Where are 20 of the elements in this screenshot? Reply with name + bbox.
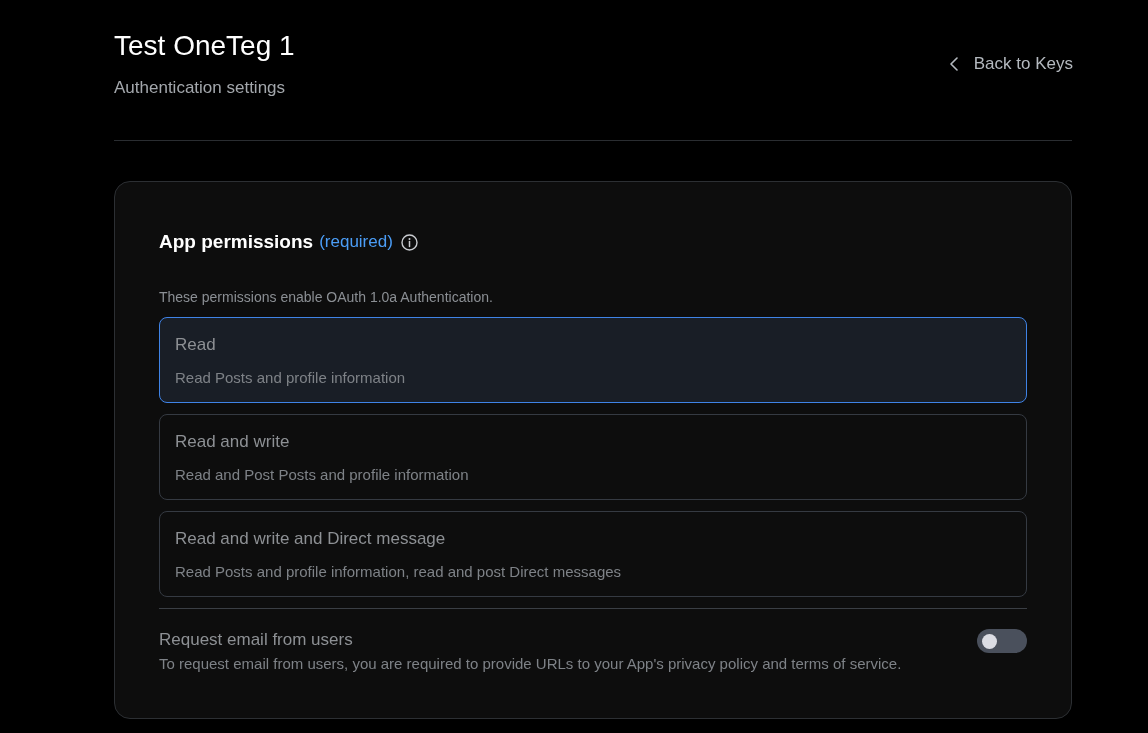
email-toggle[interactable] bbox=[977, 629, 1027, 653]
page-title: Test OneTeg 1 bbox=[114, 29, 295, 63]
option-title: Read bbox=[175, 334, 217, 356]
back-link[interactable]: Back to Keys bbox=[949, 52, 1073, 76]
page-subtitle: Authentication settings bbox=[114, 77, 287, 99]
option-description: Read Posts and profile information bbox=[175, 368, 407, 388]
section-heading: App permissions bbox=[159, 230, 314, 254]
section-description: These permissions enable OAuth 1.0a Authentication. bbox=[159, 288, 494, 307]
chevron-left-icon bbox=[949, 57, 958, 71]
info-icon[interactable] bbox=[400, 233, 418, 251]
option-description: Read Posts and profile information, read and post Direct messages bbox=[175, 562, 623, 582]
option-title: Read and write and Direct message bbox=[175, 528, 447, 550]
required-label: (required) bbox=[319, 231, 393, 253]
permission-option[interactable]: Read and write and Direct message Read Posts and profile information, read and post Direct messages bbox=[159, 511, 1027, 597]
email-request-description: To request email from users, you are required to provide URLs to your App's privacy policy and terms of service. bbox=[159, 654, 902, 674]
option-title: Read and write bbox=[175, 431, 291, 453]
permission-option[interactable]: Read and write Read and Post Posts and profile information bbox=[159, 414, 1027, 500]
email-request-title: Request email from users bbox=[159, 629, 354, 651]
option-description: Read and Post Posts and profile information bbox=[175, 465, 470, 485]
permission-option[interactable]: Read Read Posts and profile information bbox=[159, 317, 1027, 403]
